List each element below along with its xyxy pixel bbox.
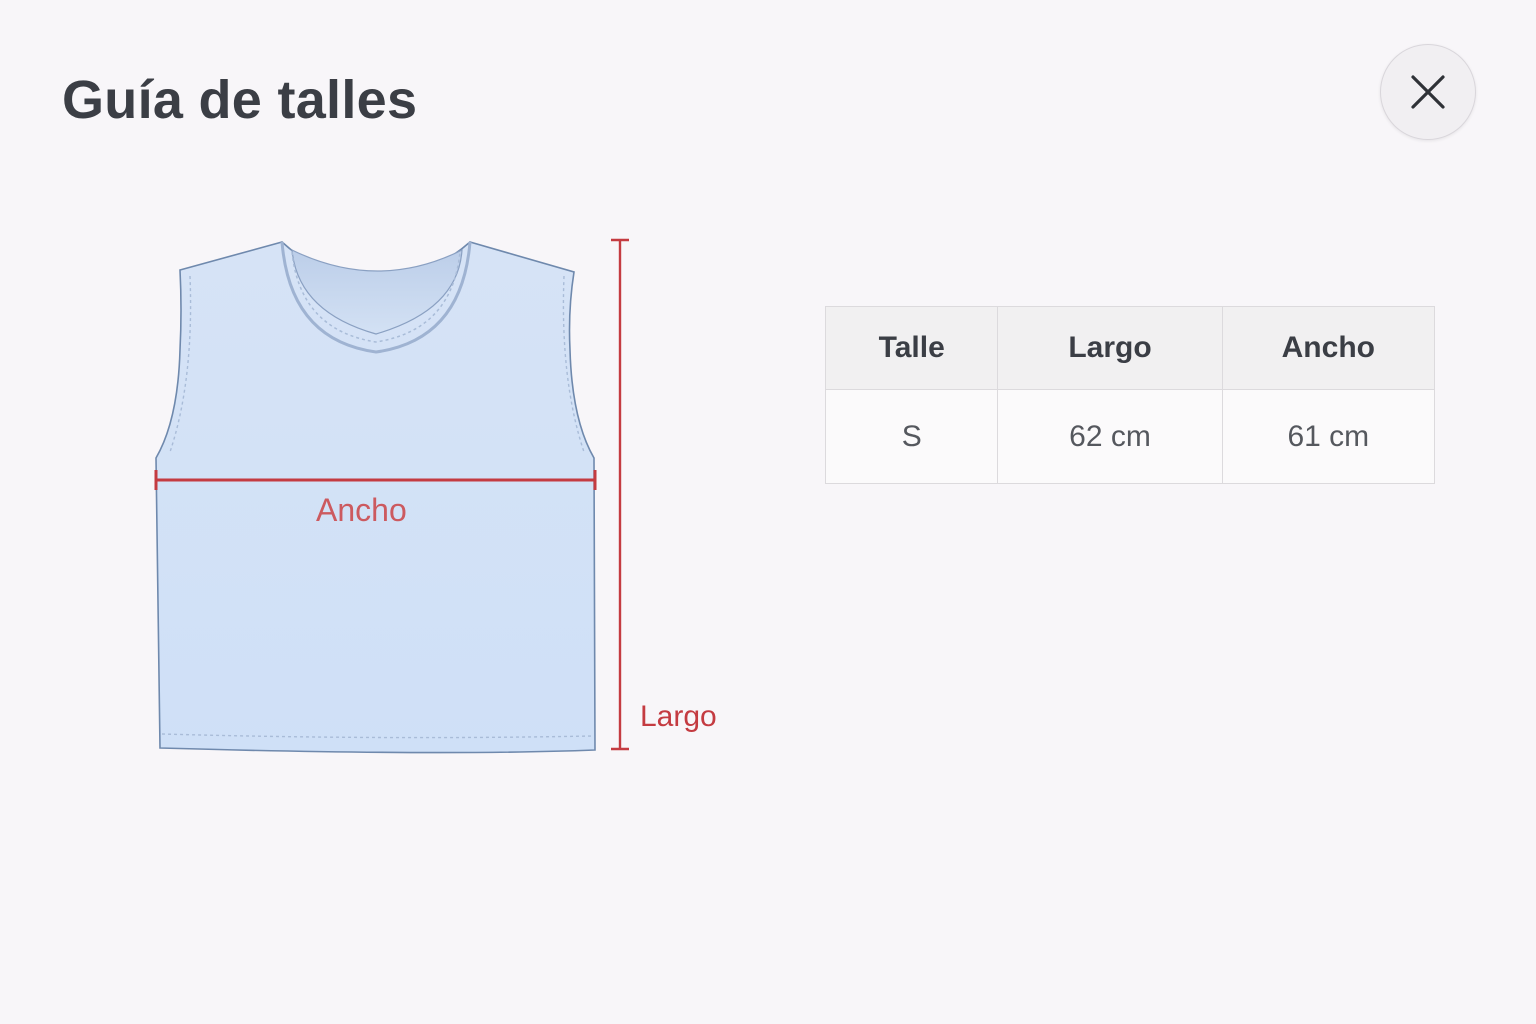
table-header-row: Talle Largo Ancho	[824, 306, 1436, 390]
cell-length: 62 cm	[997, 389, 1223, 484]
column-header-talle: Talle	[824, 306, 999, 390]
size-table: Talle Largo Ancho S 62 cm 61 cm	[824, 306, 1436, 484]
garment-diagram	[140, 230, 760, 770]
length-measure-line	[611, 238, 629, 751]
width-label: Ancho	[316, 492, 407, 528]
size-guide-modal: Guía de talles Ancho Largo Talle Largo A…	[0, 0, 1536, 1024]
length-label: Largo	[640, 700, 717, 733]
column-header-largo: Largo	[997, 306, 1223, 390]
cell-width: 61 cm	[1221, 389, 1436, 484]
close-icon	[1411, 75, 1445, 109]
tank-top-illustration	[154, 238, 629, 754]
column-header-ancho: Ancho	[1221, 306, 1436, 390]
close-button[interactable]	[1380, 44, 1476, 140]
cell-size: S	[824, 389, 999, 484]
page-title: Guía de talles	[62, 70, 418, 130]
table-row: S 62 cm 61 cm	[824, 389, 1436, 484]
